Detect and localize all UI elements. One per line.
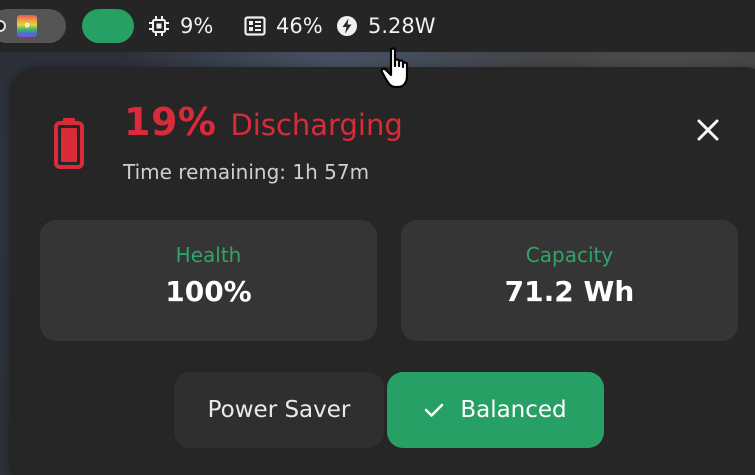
battery-percent: 19%: [124, 100, 217, 144]
memory-value: 46%: [276, 14, 323, 38]
cpu-usage[interactable]: 9%: [148, 0, 213, 52]
battery-status: Discharging: [230, 108, 403, 142]
close-icon[interactable]: [690, 112, 726, 148]
workspace-pill[interactable]: ᵍ: [0, 9, 66, 43]
app-icon[interactable]: ᵍ: [17, 15, 37, 37]
balanced-label: Balanced: [460, 397, 567, 423]
active-workspace-pill[interactable]: [82, 9, 134, 43]
balanced-button[interactable]: Balanced: [387, 372, 604, 448]
memory-icon: [244, 16, 266, 36]
memory-usage[interactable]: 46%: [244, 0, 323, 52]
health-card: Health 100%: [40, 220, 377, 341]
battery-icon: [54, 118, 84, 169]
power-value: 5.28W: [368, 14, 436, 38]
checkmark-icon: [425, 403, 444, 417]
capacity-card: Capacity 71.2 Wh: [401, 220, 738, 341]
battery-headline: 19% Discharging: [124, 100, 403, 144]
time-remaining: Time remaining: 1h 57m: [123, 160, 370, 184]
health-value: 100%: [165, 275, 252, 308]
power-saver-button[interactable]: Power Saver: [174, 372, 384, 448]
capacity-label: Capacity: [525, 243, 614, 267]
power-saver-label: Power Saver: [207, 397, 351, 423]
circle-indicator-icon: [0, 20, 6, 32]
health-label: Health: [175, 243, 242, 267]
lightning-icon: [337, 16, 357, 36]
cpu-icon: [149, 16, 169, 36]
hand-cursor-icon: [380, 47, 409, 89]
cpu-value: 9%: [180, 14, 214, 38]
top-status-bar: ᵍ 9% 46% 5.28W: [0, 0, 755, 52]
capacity-value: 71.2 Wh: [504, 275, 635, 308]
power-draw[interactable]: 5.28W: [336, 0, 436, 52]
